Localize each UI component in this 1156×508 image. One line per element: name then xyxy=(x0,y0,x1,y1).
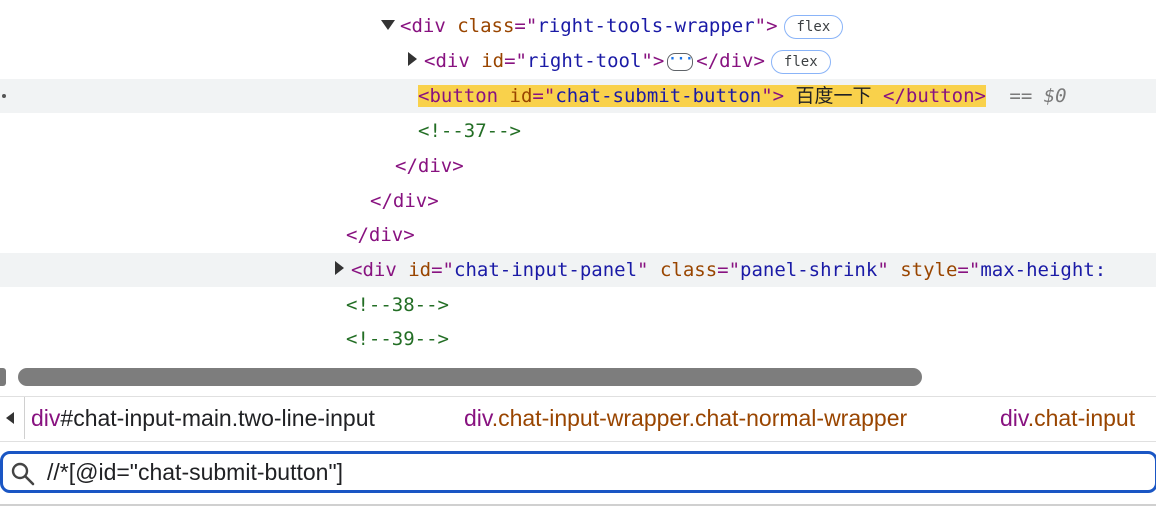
selection-dot xyxy=(2,94,6,98)
tag-close: "> xyxy=(761,85,785,107)
ellipsis-icon[interactable]: ··· xyxy=(667,52,694,71)
highlighted-node[interactable]: <button id="chat-submit-button"> 百度一下 </… xyxy=(418,85,986,107)
flex-badge[interactable]: flex xyxy=(770,49,831,74)
attr-name: id xyxy=(481,50,505,72)
attr-name: id xyxy=(509,85,533,107)
console-ref: == $0 xyxy=(1009,85,1067,107)
attr-eq: =" xyxy=(532,85,556,107)
breadcrumb: div#chat-input-main.two-line-input div.c… xyxy=(0,396,1156,442)
search-input[interactable] xyxy=(47,456,1137,488)
scrollbar-left-stub[interactable] xyxy=(0,368,6,386)
triangle-right-icon[interactable] xyxy=(408,52,417,66)
attr-value: panel-shrink xyxy=(740,259,878,281)
tree-line[interactable]: <!--38--> xyxy=(0,288,1156,322)
breadcrumb-item[interactable]: div.chat-input-wrapper.chat-normal-wrapp… xyxy=(464,397,907,439)
breadcrumb-scroll-left[interactable] xyxy=(0,397,25,439)
flex-badge[interactable]: flex xyxy=(783,14,844,39)
tag-open: <div xyxy=(400,15,446,37)
attr-value: right-tool xyxy=(527,50,642,72)
triangle-right-icon[interactable] xyxy=(335,261,344,275)
node-text: 百度一下 xyxy=(784,85,883,107)
breadcrumb-item[interactable]: div#chat-input-main.two-line-input xyxy=(31,397,375,439)
attr-name: style xyxy=(900,259,958,281)
tag-open: <div xyxy=(351,259,397,281)
triangle-down-icon[interactable] xyxy=(381,20,395,30)
chevron-left-icon xyxy=(6,412,14,424)
tree-line-selected[interactable]: <button id="chat-submit-button"> 百度一下 </… xyxy=(0,79,1156,113)
tree-line[interactable]: </div> xyxy=(0,218,1156,252)
comment-node: <!--39--> xyxy=(346,328,449,350)
attr-value: max-height: xyxy=(980,259,1107,281)
attr-eq: =" xyxy=(504,50,527,72)
tag-end: </button> xyxy=(883,85,986,107)
tag-end: </div> xyxy=(395,155,464,177)
attr-name: class xyxy=(659,259,718,281)
elements-tree: <div class="right-tools-wrapper"> flex <d… xyxy=(0,0,1156,362)
horizontal-scrollbar[interactable] xyxy=(0,366,1156,388)
comment-node: <!--38--> xyxy=(346,294,449,316)
tag-end: </div> xyxy=(370,190,439,212)
tree-line[interactable]: </div> xyxy=(0,184,1156,218)
tag-open: <button xyxy=(418,85,499,107)
tree-line[interactable]: <div class="right-tools-wrapper"> flex xyxy=(0,9,1156,43)
tag-open: <div xyxy=(424,50,470,72)
divider xyxy=(0,504,1156,506)
tree-line-hovered[interactable]: <div id="chat-input-panel" class="panel-… xyxy=(0,253,1156,287)
scrollbar-thumb[interactable] xyxy=(18,368,922,386)
attr-eq: =" xyxy=(514,15,538,37)
attr-value: chat-input-panel xyxy=(454,259,638,281)
search-box[interactable] xyxy=(0,451,1156,493)
tag-close: "> xyxy=(754,15,778,37)
tree-line[interactable]: <div id="right-tool"> ··· </div> flex xyxy=(0,44,1156,78)
tree-line[interactable]: </div> xyxy=(0,149,1156,183)
tree-line[interactable]: <!--37--> xyxy=(0,114,1156,148)
attr-value: right-tools-wrapper xyxy=(537,15,755,37)
attr-name: class xyxy=(457,15,515,37)
tag-end: </div> xyxy=(696,50,765,72)
tag-end: </div> xyxy=(346,224,415,246)
attr-name: id xyxy=(408,259,432,281)
attr-value: chat-submit-button xyxy=(555,85,762,107)
tree-line[interactable]: <!--39--> xyxy=(0,322,1156,356)
tag-close: "> xyxy=(641,50,665,72)
breadcrumb-item[interactable]: div.chat-input xyxy=(1000,397,1135,439)
comment-node: <!--37--> xyxy=(418,120,521,142)
search-icon xyxy=(11,462,35,486)
